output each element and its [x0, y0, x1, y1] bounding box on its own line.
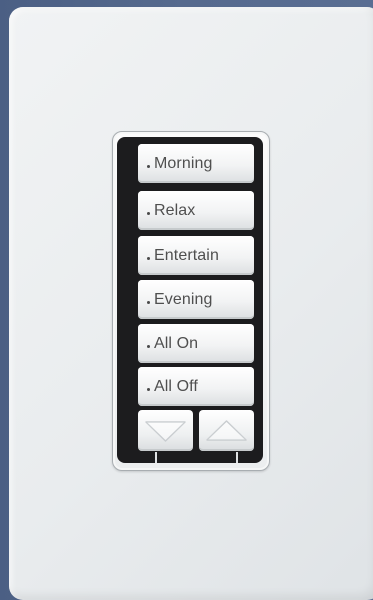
scene-button-entertain[interactable]: Entertain [138, 236, 254, 275]
button-label: All On [154, 334, 199, 352]
scene-button-relax[interactable]: Relax [138, 191, 254, 230]
button-label: Entertain [154, 246, 219, 264]
led-indicator [147, 165, 150, 168]
led-indicator [147, 301, 150, 304]
triangle-up-icon [206, 420, 247, 441]
scene-button-all-off[interactable]: All Off [138, 367, 254, 406]
button-label: Morning [154, 154, 213, 172]
button-label: Evening [154, 290, 213, 308]
led-indicator [147, 257, 150, 260]
scene-button-all-on[interactable]: All On [138, 324, 254, 363]
led-indicator [147, 212, 150, 215]
frame-notch [155, 452, 157, 463]
button-label: Relax [154, 201, 196, 219]
button-label: All Off [154, 377, 198, 395]
scene-button-morning[interactable]: Morning [138, 144, 254, 183]
scene-button-evening[interactable]: Evening [138, 280, 254, 319]
triangle-down-icon [145, 421, 186, 442]
lower-button[interactable] [138, 410, 193, 451]
raise-button[interactable] [199, 410, 254, 451]
frame-notch [236, 452, 238, 463]
led-indicator [147, 388, 150, 391]
led-indicator [147, 345, 150, 348]
